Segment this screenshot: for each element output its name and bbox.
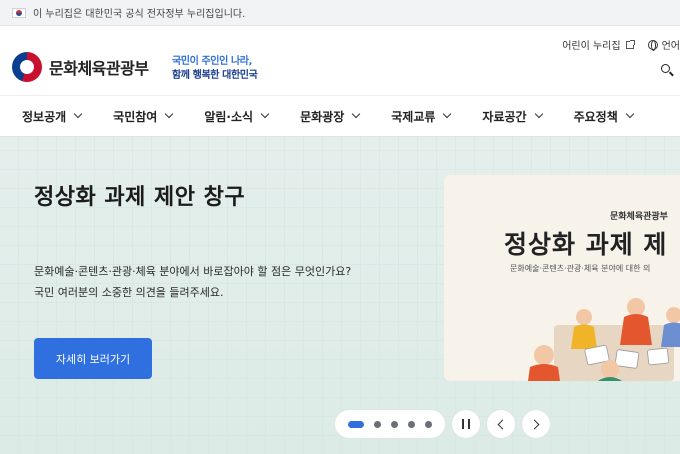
search-button[interactable] bbox=[660, 63, 674, 77]
utility-links: 어린이 누리집 언어 bbox=[562, 37, 680, 52]
nav-label: 주요정책 bbox=[573, 109, 618, 124]
nav-item-policies[interactable]: 주요정책 bbox=[573, 108, 635, 125]
language-label: 언어 bbox=[661, 41, 680, 52]
slogan-line-1: 국민이 주인인 나라, bbox=[172, 56, 252, 67]
carousel-dot-3[interactable] bbox=[391, 420, 398, 428]
nav-item-culture-square[interactable]: 문화광장 bbox=[300, 108, 361, 125]
slogan-line-2: 함께 행복한 대한민국 bbox=[172, 70, 258, 81]
chevron-down-icon bbox=[260, 109, 270, 119]
hero-banner-image[interactable]: 문화체육관광부 정상화 과제 제 문화예술·콘텐츠·관광·체육 분야에 대한 의 bbox=[444, 175, 680, 381]
external-link-icon bbox=[625, 39, 635, 49]
banner-title: 정상화 과제 제 bbox=[504, 230, 668, 259]
banner-ministry-text: 문화체육관광부 bbox=[610, 212, 668, 222]
carousel-indicators bbox=[335, 410, 445, 438]
carousel-prev-button[interactable] bbox=[487, 410, 515, 438]
chevron-down-icon bbox=[534, 109, 543, 119]
nav-label: 문화광장 bbox=[300, 109, 345, 124]
carousel-dot-4[interactable] bbox=[408, 420, 415, 428]
banner-subtitle: 문화예술·콘텐츠·관광·체육 분야에 대한 의 bbox=[510, 264, 651, 273]
nav-label: 자료공간 bbox=[482, 109, 527, 124]
chevron-right-icon bbox=[529, 419, 540, 429]
chevron-down-icon bbox=[73, 109, 83, 119]
chevron-left-icon bbox=[497, 419, 508, 429]
korea-flag-icon bbox=[12, 7, 26, 18]
gov-banner-text: 이 누리집은 대한민국 공식 전자정부 누리집입니다. bbox=[33, 9, 246, 20]
slogan: 국민이 주인인 나라, 함께 행복한 대한민국 bbox=[172, 55, 258, 83]
chevron-down-icon bbox=[165, 109, 174, 119]
chevron-down-icon bbox=[625, 109, 635, 119]
people-discussion-illustration bbox=[528, 298, 680, 381]
hero-desc-line-2: 국민 여러분의 소중한 의견을 들려주세요. bbox=[34, 286, 224, 299]
hero-title: 정상화 과제 제안 창구 bbox=[34, 185, 246, 210]
nav-label: 알림·소식 bbox=[204, 109, 254, 124]
logo-text: 문화체육관광부 bbox=[49, 59, 149, 78]
main-navigation: 정보공개 국민참여 알림·소식 문화광장 국제교류 자료공간 주요정책 bbox=[0, 95, 680, 137]
pause-icon bbox=[462, 419, 470, 429]
nav-label: 국민참여 bbox=[113, 109, 158, 124]
nav-item-info-disclosure[interactable]: 정보공개 bbox=[22, 108, 83, 125]
site-header: 문화체육관광부 국민이 주인인 나라, 함께 행복한 대한민국 어린이 누리집 … bbox=[0, 27, 680, 95]
hero-desc-line-1: 문화예술·콘텐츠·관광·체육 분야에서 바로잡아야 할 점은 무엇인가요? bbox=[34, 265, 352, 278]
taegeuk-logo-icon bbox=[12, 52, 42, 82]
globe-icon bbox=[647, 39, 658, 51]
kids-site-link[interactable]: 어린이 누리집 bbox=[562, 37, 635, 52]
nav-item-international[interactable]: 국제교류 bbox=[391, 108, 452, 125]
carousel-next-button[interactable] bbox=[522, 410, 550, 438]
nav-item-participation[interactable]: 국민참여 bbox=[113, 108, 174, 125]
ministry-logo[interactable]: 문화체육관광부 bbox=[12, 52, 149, 82]
nav-item-resources[interactable]: 자료공간 bbox=[482, 108, 543, 125]
nav-label: 정보공개 bbox=[22, 109, 67, 124]
carousel-controls bbox=[335, 410, 550, 438]
language-button[interactable]: 언어 bbox=[647, 37, 680, 52]
chevron-down-icon bbox=[443, 109, 452, 119]
carousel-pause-button[interactable] bbox=[452, 410, 480, 438]
view-details-button[interactable]: 자세히 보러가기 bbox=[34, 338, 152, 379]
chevron-down-icon bbox=[352, 109, 361, 119]
nav-label: 국제교류 bbox=[391, 109, 436, 124]
kids-site-label: 어린이 누리집 bbox=[562, 41, 621, 52]
nav-item-news[interactable]: 알림·소식 bbox=[204, 108, 270, 125]
carousel-dot-2[interactable] bbox=[374, 420, 381, 428]
carousel-dot-5[interactable] bbox=[425, 420, 432, 428]
hero-carousel: 정상화 과제 제안 창구 문화예술·콘텐츠·관광·체육 분야에서 바로잡아야 할… bbox=[0, 137, 680, 454]
hero-description: 문화예술·콘텐츠·관광·체육 분야에서 바로잡아야 할 점은 무엇인가요? 국민… bbox=[34, 261, 351, 303]
gov-banner: 이 누리집은 대한민국 공식 전자정부 누리집입니다. bbox=[0, 0, 680, 26]
carousel-dot-1[interactable] bbox=[348, 420, 364, 428]
